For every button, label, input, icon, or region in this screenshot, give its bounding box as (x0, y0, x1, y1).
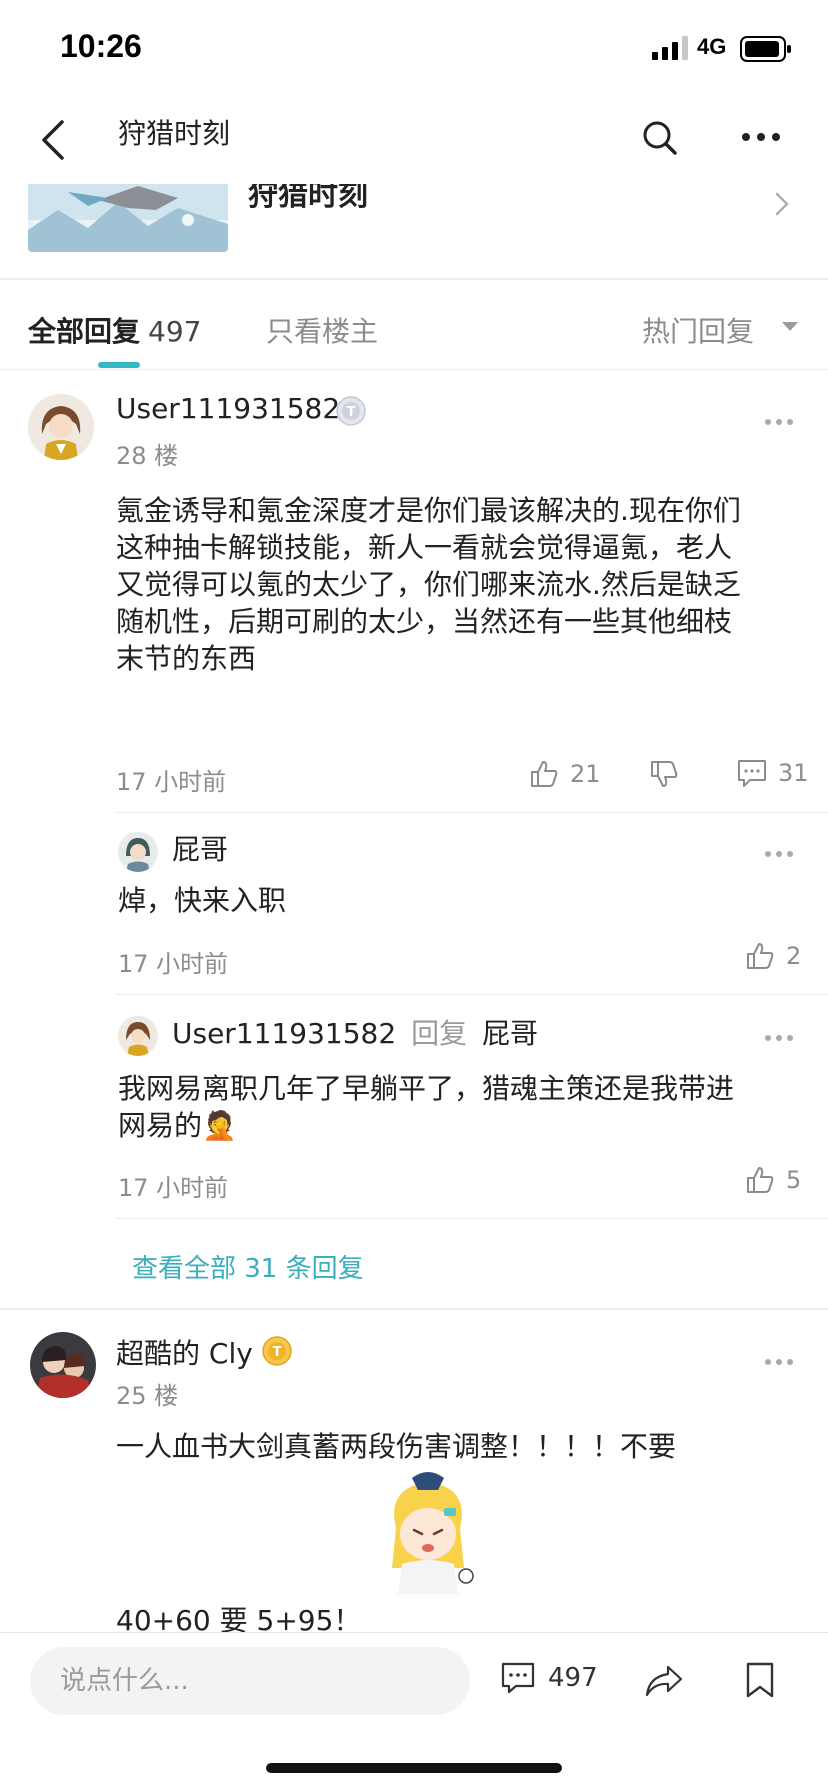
avatar[interactable] (118, 1016, 158, 1056)
reply-time: 17 小时前 (118, 950, 229, 978)
more-options-icon[interactable] (764, 1034, 794, 1042)
comment-input[interactable]: 说点什么... (30, 1647, 470, 1715)
thumbs-up-icon (531, 761, 558, 787)
tab-op-only[interactable]: 只看楼主 (266, 310, 378, 350)
comment-count: 497 (548, 1663, 598, 1693)
reply-count: 31 (778, 759, 809, 787)
reply-button[interactable]: 31 (736, 758, 809, 788)
more-icon[interactable] (740, 122, 782, 152)
svg-text:T: T (273, 1345, 282, 1360)
svg-text:T: T (347, 405, 356, 420)
bottom-bar: 说点什么... 497 (0, 1632, 828, 1792)
tab-indicator (98, 362, 140, 368)
floor-number: 28 楼 (116, 442, 179, 470)
thumbs-up-icon (747, 1167, 774, 1193)
like-count: 5 (786, 1166, 802, 1194)
comment-text-line: 又觉得可以氪的太少了，你们哪来流水.然后是缺乏 (116, 568, 741, 601)
topic-card[interactable]: 狩猎时刻 (0, 178, 828, 280)
reply-username[interactable]: User111931582 (172, 1017, 396, 1050)
like-count: 2 (786, 942, 802, 970)
status-time: 10:26 (60, 28, 142, 64)
nav-bar: 狩猎时刻 (0, 100, 828, 184)
comments-button[interactable]: 497 (500, 1661, 598, 1695)
reply-username[interactable]: 屁哥 (172, 828, 228, 868)
status-bar: 10:26 4G (0, 0, 828, 100)
more-options-icon[interactable] (764, 1358, 794, 1366)
reply-header: User111931582 回复 屁哥 (172, 1012, 538, 1052)
reply-text-line: 我网易离职几年了早躺平了，猎魂主策还是我带进 (118, 1072, 735, 1105)
topic-thumbnail (28, 180, 228, 252)
home-indicator (266, 1763, 562, 1773)
more-options-icon[interactable] (764, 850, 794, 858)
bookmark-icon[interactable] (744, 1661, 776, 1699)
view-all-replies-link[interactable]: 查看全部 31 条回复 (132, 1248, 364, 1285)
comment-time: 17 小时前 (116, 768, 227, 796)
floor-number: 25 楼 (116, 1382, 179, 1410)
reply-tabs: 全部回复 497 只看楼主 热门回复 (0, 280, 828, 370)
network-type: 4G (697, 34, 727, 59)
comment-username[interactable]: 超酷的 Cly (116, 1332, 253, 1372)
comment-text-line: 随机性，后期可刷的太少，当然还有一些其他细枝 (116, 605, 733, 638)
comment-text-line: 氪金诱导和氪金深度才是你们最该解决的.现在你们 (116, 494, 741, 527)
page-title: 狩猎时刻 (118, 117, 231, 150)
divider (0, 1308, 828, 1310)
search-icon[interactable] (640, 118, 680, 158)
comment-text-line: 末节的东西 (116, 642, 257, 675)
tab-all-replies[interactable]: 全部回复 497 (28, 310, 201, 350)
signal-icon (652, 36, 688, 60)
like-count: 21 (570, 760, 601, 788)
like-button[interactable]: 2 (744, 940, 801, 972)
reply-time: 17 小时前 (118, 1174, 229, 1202)
thumbs-up-icon (747, 943, 774, 969)
like-button[interactable]: 5 (744, 1164, 801, 1196)
dislike-button[interactable] (648, 758, 690, 790)
comment-icon (738, 760, 766, 787)
divider (116, 1218, 828, 1219)
chevron-right-icon (775, 192, 789, 216)
avatar[interactable] (30, 1332, 96, 1398)
comment-text-line: 一人血书大剑真蓄两段伤害调整！！！！不要 (116, 1430, 677, 1463)
reply-text-line: 网易的🤦 (118, 1109, 237, 1142)
reply-target[interactable]: 屁哥 (482, 1017, 538, 1050)
back-icon[interactable] (36, 116, 72, 164)
divider (116, 994, 828, 995)
thumbs-down-icon (651, 761, 678, 787)
sort-dropdown[interactable]: 热门回复 (642, 310, 754, 350)
tab-all-label: 全部回复 (28, 315, 141, 348)
avatar[interactable] (28, 394, 94, 460)
comment-username[interactable]: User111931582 (116, 392, 340, 425)
comment-icon (501, 1662, 535, 1694)
tab-all-count: 497 (148, 315, 202, 348)
more-options-icon[interactable] (764, 418, 794, 426)
avatar[interactable] (118, 832, 158, 872)
sticker-image (368, 1468, 488, 1598)
share-icon[interactable] (644, 1663, 684, 1699)
battery-icon (740, 36, 791, 62)
caret-down-icon[interactable] (782, 322, 798, 331)
level-badge-icon: T (262, 1336, 292, 1366)
comment-text-line: 这种抽卡解锁技能，新人一看就会觉得逼氪，老人 (116, 531, 733, 564)
reply-text: 焯，快来入职 (118, 884, 287, 917)
divider (116, 812, 828, 813)
like-button[interactable]: 21 (528, 758, 601, 790)
reply-word: 回复 (411, 1017, 468, 1050)
level-badge-icon: T (336, 396, 366, 426)
